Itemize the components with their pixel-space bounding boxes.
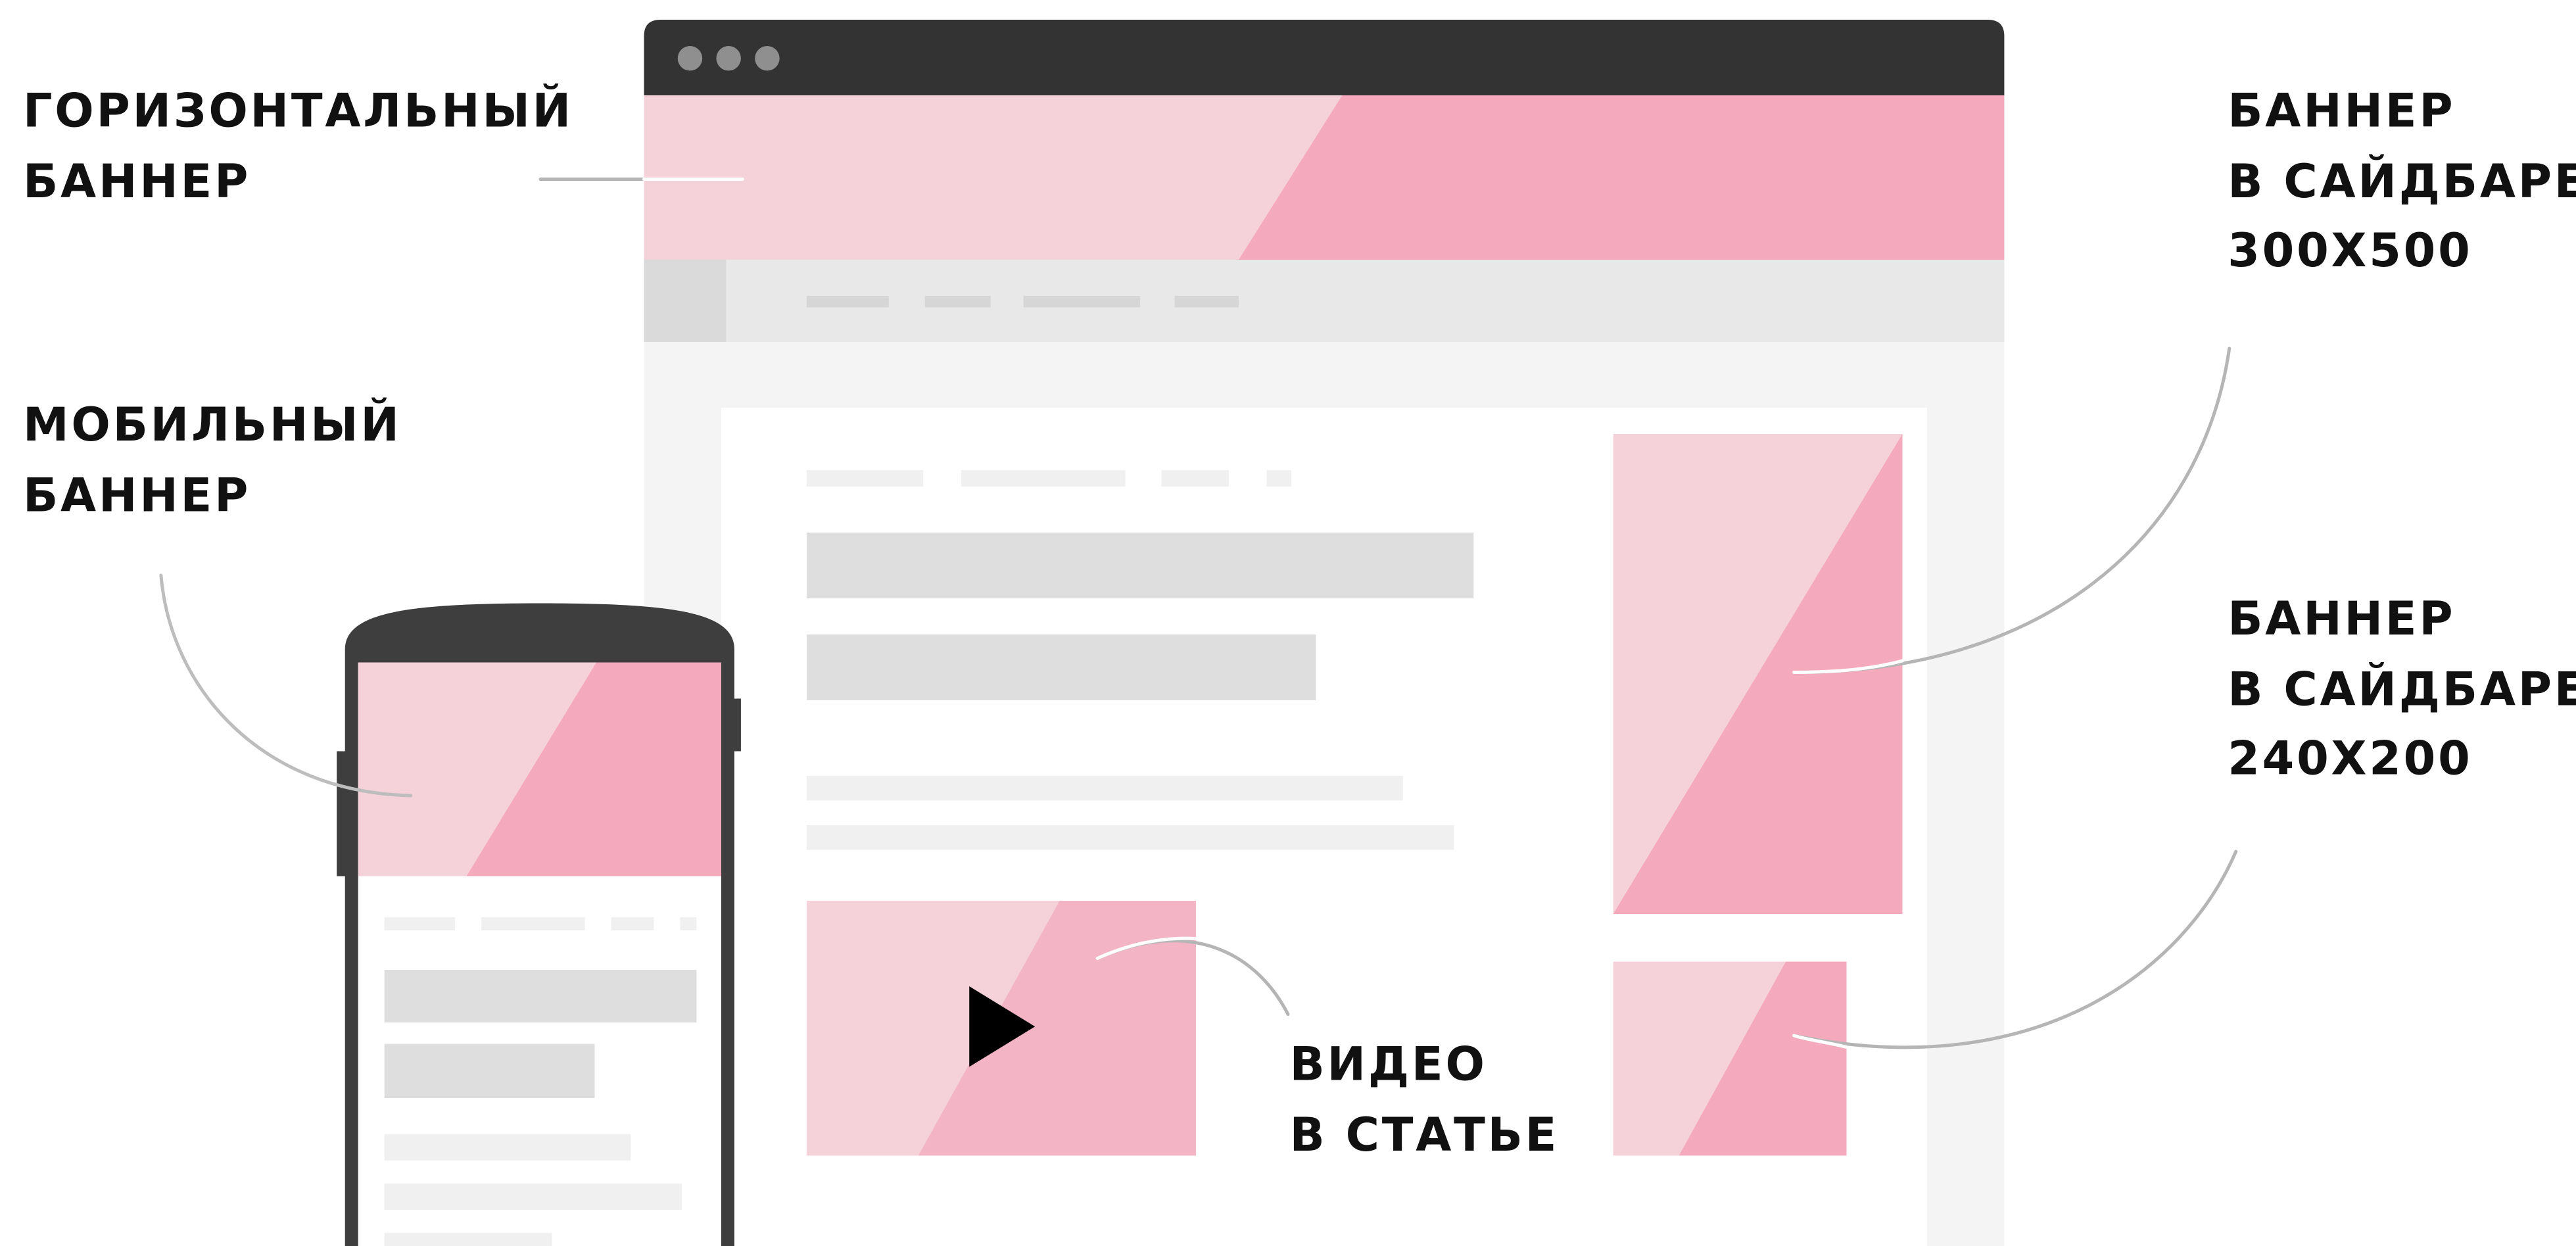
- label-horizontal-banner-line-2: БАННЕР: [22, 153, 251, 208]
- text-line-placeholder: [806, 776, 1403, 801]
- breadcrumb-placeholder: [680, 917, 697, 930]
- nav-item-placeholder: [1023, 296, 1141, 308]
- breadcrumb-placeholder: [1161, 470, 1229, 487]
- label-sidebar-300x500-line-1: БАННЕР: [2228, 84, 2456, 139]
- headline-placeholder: [384, 1043, 595, 1098]
- headline-placeholder: [806, 533, 1474, 598]
- label-in-article-video: ВИДЕО В СТАТЬЕ: [1289, 1031, 1559, 1171]
- breadcrumb-placeholder: [961, 470, 1126, 487]
- mobile-phone-mockup: [337, 603, 741, 1246]
- browser-title-bar: [644, 20, 2005, 95]
- headline-placeholder: [806, 635, 1316, 700]
- nav-item-placeholder: [924, 296, 991, 308]
- text-line-placeholder: [384, 1233, 552, 1246]
- label-video-line-2: В СТАТЬЕ: [1289, 1107, 1560, 1162]
- breadcrumb-placeholder: [611, 917, 654, 930]
- label-sidebar-240x200-line-2: В САЙДБАРЕ: [2228, 661, 2576, 716]
- label-horizontal-banner-line-1: ГОРИЗОНТАЛЬНЫЙ: [22, 84, 574, 139]
- sidebar-banner-300x500: [1613, 434, 1903, 914]
- label-sidebar-300x500-line-3: 300X500: [2228, 224, 2473, 278]
- sidebar-banner-240x200: [1613, 961, 1847, 1156]
- label-mobile-banner: МОБИЛЬНЫЙ БАННЕР: [23, 391, 402, 531]
- text-line-placeholder: [384, 1134, 631, 1161]
- horizontal-banner: [644, 95, 2005, 260]
- label-sidebar-banner-240x200: БАННЕР В САЙДБАРЕ 240X200: [2228, 585, 2576, 795]
- phone-side-button: [730, 698, 741, 752]
- nav-logo-block: [644, 260, 727, 342]
- ad-placements-diagram: ГОРИЗОНТАЛЬНЫЙ БАННЕР МОБИЛЬНЫЙ БАННЕР Б…: [0, 0, 2576, 1246]
- nav-item-placeholder: [1174, 296, 1239, 308]
- phone-side-button: [337, 751, 348, 876]
- label-sidebar-banner-300x500: БАННЕР В САЙДБАРЕ 300X500: [2228, 78, 2576, 287]
- text-line-placeholder: [806, 825, 1454, 850]
- label-mobile-banner-line-1: МОБИЛЬНЫЙ: [22, 398, 402, 452]
- breadcrumb-placeholder: [384, 917, 456, 930]
- breadcrumb-placeholder: [806, 470, 924, 487]
- nav-item-placeholder: [806, 296, 889, 308]
- navigation-bar: [644, 260, 2005, 342]
- text-line-placeholder: [384, 1184, 682, 1210]
- label-sidebar-240x200-line-1: БАННЕР: [2228, 592, 2456, 646]
- label-video-line-1: ВИДЕО: [1289, 1037, 1487, 1092]
- window-controls-icon: [677, 46, 780, 71]
- breadcrumb-placeholder: [481, 917, 585, 930]
- label-sidebar-240x200-line-3: 240X200: [2228, 731, 2473, 786]
- label-horizontal-banner: ГОРИЗОНТАЛЬНЫЙ БАННЕР: [23, 78, 573, 218]
- headline-placeholder: [384, 970, 697, 1022]
- mobile-banner: [358, 662, 721, 876]
- breadcrumb-placeholder: [1266, 470, 1291, 487]
- label-mobile-banner-line-2: БАННЕР: [22, 467, 251, 522]
- in-article-video: [806, 901, 1197, 1156]
- label-sidebar-300x500-line-2: В САЙДБАРЕ: [2228, 153, 2576, 208]
